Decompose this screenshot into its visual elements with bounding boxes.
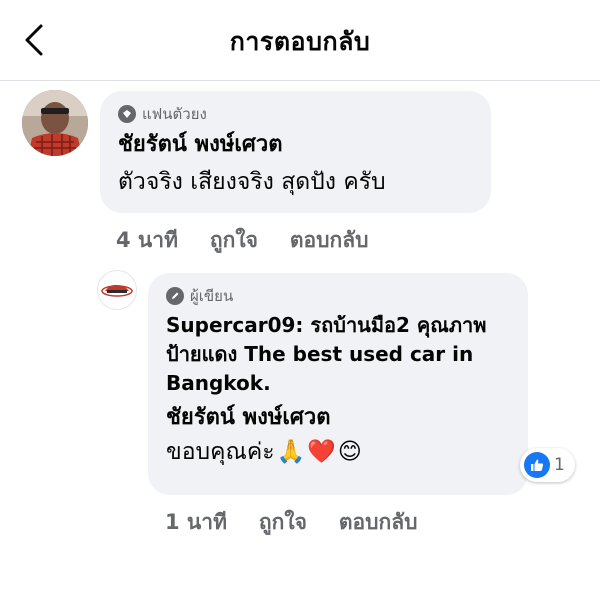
thumbs-up-icon	[524, 452, 550, 478]
reply-text: ขอบคุณค่ะ 🙏 ❤️ 😊	[166, 436, 510, 468]
reply-author[interactable]: Supercar09: รถบ้านมือ2 คุณภาพป้ายแดง The…	[166, 311, 510, 398]
header: การตอบกลับ	[0, 0, 600, 81]
comment-actions: 4 นาที ถูกใจ ตอบกลับ	[116, 224, 400, 257]
comment-time: 4 นาที	[116, 228, 178, 252]
reply-button[interactable]: ตอบกลับ	[339, 506, 418, 539]
pencil-icon	[166, 287, 184, 305]
page-avatar[interactable]	[97, 270, 137, 310]
reply-bubble[interactable]: ผู้เขียน Supercar09: รถบ้านมือ2 คุณภาพป้…	[148, 273, 528, 495]
avatar[interactable]	[22, 90, 88, 156]
reaction-count-label: 1	[554, 455, 565, 475]
badge-label: ผู้เขียน	[190, 287, 234, 305]
reply-time: 1 นาที	[165, 510, 227, 534]
badge-label: แฟนตัวยง	[142, 105, 207, 123]
smile-emoji: 😊	[337, 439, 362, 465]
replies-screen: การตอบกลับ แฟนตัวยง ชัยรัตน์ พงษ์เศวต ตั…	[0, 0, 600, 604]
comment-bubble[interactable]: แฟนตัวยง ชัยรัตน์ พงษ์เศวต ตัวจริง เสียง…	[100, 91, 491, 213]
like-button[interactable]: ถูกใจ	[210, 224, 258, 257]
page-title: การตอบกลับ	[229, 27, 371, 56]
comment-author[interactable]: ชัยรัตน์ พงษ์เศวต	[118, 131, 473, 159]
reply-message: ขอบคุณค่ะ	[166, 439, 275, 465]
heart-emoji: ❤️	[307, 439, 336, 465]
like-button[interactable]: ถูกใจ	[259, 506, 307, 539]
reply-actions: 1 นาที ถูกใจ ตอบกลับ	[165, 506, 449, 539]
reaction-count[interactable]: 1	[520, 448, 575, 482]
top-fan-badge: แฟนตัวยง	[118, 103, 473, 125]
pray-emoji: 🙏	[276, 439, 306, 465]
reply-button[interactable]: ตอบกลับ	[290, 224, 369, 257]
mention-link[interactable]: ชัยรัตน์ พงษ์เศวต	[166, 404, 510, 432]
diamond-icon	[118, 105, 136, 123]
author-badge: ผู้เขียน	[166, 285, 510, 307]
comment-text: ตัวจริง เสียงจริง สุดปัง ครับ	[118, 169, 386, 195]
